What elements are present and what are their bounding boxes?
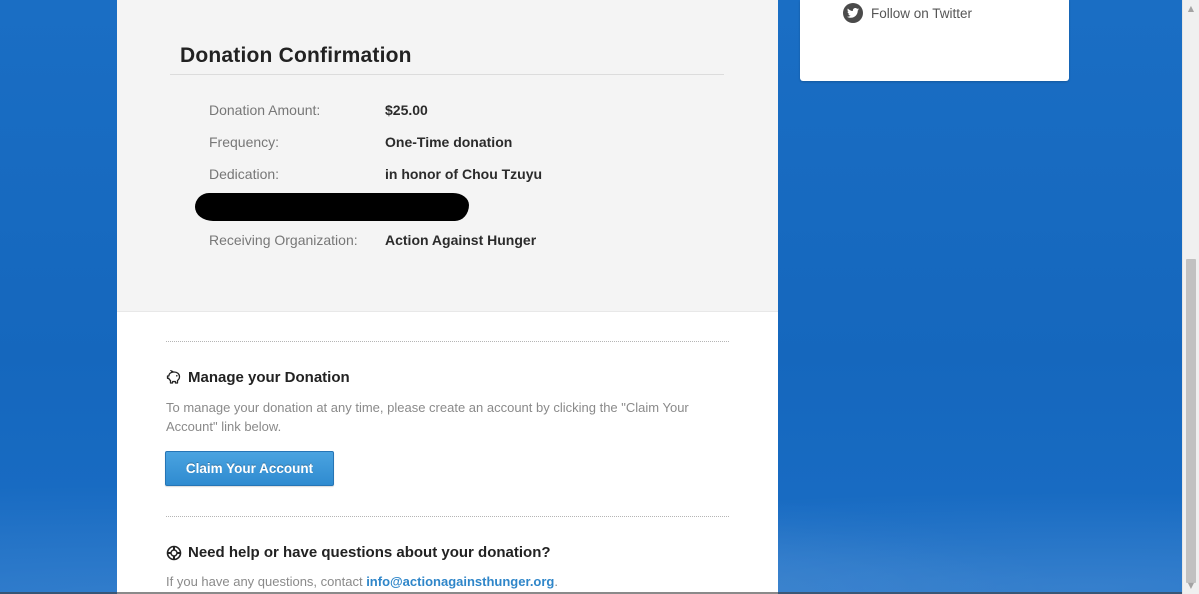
detail-label: Dedication:	[209, 166, 280, 182]
twitter-icon	[843, 3, 863, 23]
help-text-prefix: If you have any questions, contact	[166, 574, 367, 589]
manage-donation-heading: Manage your Donation	[166, 369, 350, 386]
detail-row-dedication: Dedication: in honor of Chou Tzuyu	[209, 166, 709, 186]
detail-label: Donation Amount:	[209, 102, 321, 118]
main-content-card: Donation Confirmation Donation Amount: $…	[117, 0, 778, 594]
detail-row-frequency: Frequency: One-Time donation	[209, 134, 709, 154]
scrollbar-thumb[interactable]	[1186, 259, 1196, 583]
confirmation-panel: Donation Confirmation Donation Amount: $…	[117, 0, 778, 312]
detail-row-amount: Donation Amount: $25.00	[209, 102, 709, 122]
help-text-suffix: .	[554, 574, 558, 589]
section-divider	[166, 341, 729, 342]
scroll-down-icon[interactable]: ▼	[1183, 577, 1199, 594]
help-text: If you have any questions, contact info@…	[166, 572, 726, 591]
vertical-scrollbar[interactable]: ▲ ▼	[1182, 0, 1199, 594]
manage-donation-text: To manage your donation at any time, ple…	[166, 400, 689, 434]
confirmation-title: Donation Confirmation	[180, 44, 412, 67]
redaction-mark	[195, 193, 469, 221]
scroll-up-icon[interactable]: ▲	[1183, 0, 1199, 17]
manage-donation-heading-text: Manage your Donation	[188, 369, 350, 386]
help-heading-text: Need help or have questions about your d…	[188, 544, 551, 561]
title-divider	[170, 74, 724, 75]
sidebar-social-card: Follow on Twitter	[800, 0, 1069, 81]
claim-account-button[interactable]: Claim Your Account	[165, 451, 334, 486]
support-email-link[interactable]: info@actionagainsthunger.org	[366, 574, 554, 589]
lifebuoy-icon	[166, 545, 182, 561]
follow-twitter-label: Follow on Twitter	[871, 5, 973, 21]
section-divider	[166, 516, 729, 517]
help-heading: Need help or have questions about your d…	[166, 544, 551, 561]
follow-twitter-link[interactable]: Follow on Twitter	[843, 3, 972, 23]
piggy-bank-icon	[166, 369, 182, 386]
detail-label: Frequency:	[209, 134, 280, 150]
detail-value: Action Against Hunger	[385, 232, 537, 248]
detail-label: Receiving Organization:	[209, 232, 358, 248]
detail-value: $25.00	[385, 102, 428, 118]
detail-value: One-Time donation	[385, 134, 513, 150]
detail-value: in honor of Chou Tzuyu	[385, 166, 543, 182]
detail-row-organization: Receiving Organization: Action Against H…	[209, 232, 709, 252]
